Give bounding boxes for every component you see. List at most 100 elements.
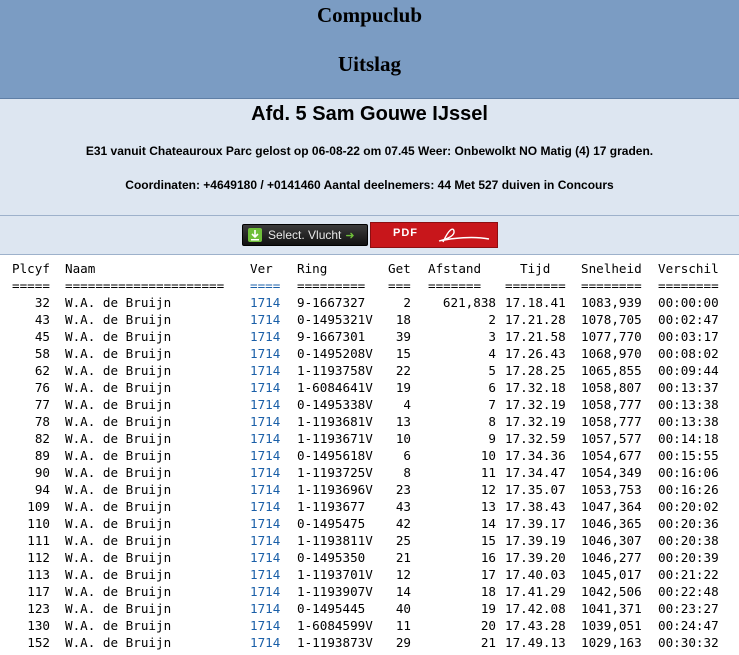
cell-snelheid: 1045,017 (581, 567, 642, 582)
cell-ver[interactable]: 1714 (250, 617, 280, 634)
cell-tijd: 17.40.03 (505, 567, 566, 582)
cell-naam: W.A. de Bruijn (65, 448, 172, 463)
table-row: 58 W.A. de Bruijn 1714 0-1495208V 15 4 17.26.4… (0, 345, 739, 362)
select-flight-button[interactable]: Select. Vlucht ➜ (242, 224, 368, 246)
cell-ver[interactable]: 1714 (250, 600, 280, 617)
cell-ring: 1-1193701V (297, 567, 373, 582)
cell-plcyf: 109 (27, 499, 50, 514)
cell-snelheid: 1058,777 (581, 414, 642, 429)
cell-snelheid: 1065,855 (581, 363, 642, 378)
page-title: Uitslag (338, 52, 401, 76)
cell-ver[interactable]: 1714 (250, 311, 280, 328)
cell-naam: W.A. de Bruijn (65, 346, 172, 361)
cell-ring: 0-1495618V (297, 448, 373, 463)
cell-ver[interactable]: 1714 (250, 634, 280, 651)
cell-get: 42 (395, 516, 411, 531)
cell-verschil: 00:20:38 (658, 533, 719, 548)
cell-tijd: 17.38.43 (505, 499, 566, 514)
cell-ver[interactable]: 1714 (250, 566, 280, 583)
cell-get: 8 (403, 465, 411, 480)
cell-ver[interactable]: 1714 (250, 396, 280, 413)
table-row: 32 W.A. de Bruijn 1714 9-1667327 2 621,838 17.… (0, 294, 739, 311)
cell-afstand: 21 (480, 635, 496, 650)
pdf-button[interactable]: PDF (370, 222, 498, 248)
cell-ver[interactable]: 1714 (250, 515, 280, 532)
cell-snelheid: 1046,277 (581, 550, 642, 565)
cell-ring: 9-1667327 (297, 295, 366, 310)
cell-ring: 0-1495208V (297, 346, 373, 361)
arrow-right-icon: ➜ (345, 229, 355, 242)
cell-plcyf: 152 (27, 635, 50, 650)
cell-verschil: 00:13:38 (658, 414, 719, 429)
cell-get: 25 (395, 533, 411, 548)
cell-ver[interactable]: 1714 (250, 294, 280, 311)
cell-ring: 1-1193873V (297, 635, 373, 650)
cell-naam: W.A. de Bruijn (65, 550, 172, 565)
cell-ver[interactable]: 1714 (250, 447, 280, 464)
cell-ver[interactable]: 1714 (250, 464, 280, 481)
cell-tijd: 17.26.43 (505, 346, 566, 361)
cell-plcyf: 89 (34, 448, 50, 463)
cell-get: 29 (395, 635, 411, 650)
cell-ver[interactable]: 1714 (250, 328, 280, 345)
cell-ver[interactable]: 1714 (250, 413, 280, 430)
cell-naam: W.A. de Bruijn (65, 533, 172, 548)
top-header: Compuclub Uitslag (0, 0, 739, 99)
header-snelheid: Snelheid (581, 261, 642, 276)
cell-ring: 0-1495321V (297, 312, 373, 327)
cell-ver[interactable]: 1714 (250, 345, 280, 362)
cell-ver[interactable]: 1714 (250, 481, 280, 498)
cell-ver[interactable]: 1714 (250, 549, 280, 566)
cell-plcyf: 76 (34, 380, 50, 395)
cell-plcyf: 32 (34, 295, 50, 310)
cell-plcyf: 82 (34, 431, 50, 446)
cell-ver[interactable]: 1714 (250, 532, 280, 549)
cell-ver[interactable]: 1714 (250, 379, 280, 396)
cell-snelheid: 1078,705 (581, 312, 642, 327)
cell-plcyf: 110 (27, 516, 50, 531)
cell-tijd: 17.43.28 (505, 618, 566, 633)
cell-ver[interactable]: 1714 (250, 430, 280, 447)
cell-afstand: 2 (488, 312, 496, 327)
cell-verschil: 00:24:47 (658, 618, 719, 633)
cell-ver[interactable]: 1714 (250, 583, 280, 600)
cell-tijd: 17.34.47 (505, 465, 566, 480)
header-ring: Ring (297, 261, 328, 276)
cell-tijd: 17.32.59 (505, 431, 566, 446)
cell-ver[interactable]: 1714 (250, 362, 280, 379)
cell-verschil: 00:03:17 (658, 329, 719, 344)
cell-ver[interactable]: 1714 (250, 498, 280, 515)
separator-tijd: ======== (505, 278, 566, 293)
cell-afstand: 14 (480, 516, 496, 531)
cell-afstand: 11 (480, 465, 496, 480)
pdf-label: PDF (393, 227, 418, 239)
cell-afstand: 18 (480, 584, 496, 599)
cell-afstand: 15 (480, 533, 496, 548)
table-separator-row: ===== ===================== ==== ========= =… (0, 277, 739, 294)
cell-get: 13 (395, 414, 411, 429)
cell-ring: 1-1193681V (297, 414, 373, 429)
cell-snelheid: 1053,753 (581, 482, 642, 497)
cell-ring: 1-1193907V (297, 584, 373, 599)
table-row: 110 W.A. de Bruijn 1714 0-1495475 42 14 17.39.… (0, 515, 739, 532)
cell-tijd: 17.39.20 (505, 550, 566, 565)
cell-ring: 0-1495338V (297, 397, 373, 412)
header-get: Get (388, 261, 411, 276)
cell-ring: 0-1495350 (297, 550, 366, 565)
cell-naam: W.A. de Bruijn (65, 414, 172, 429)
cell-tijd: 17.32.19 (505, 397, 566, 412)
cell-get: 19 (395, 380, 411, 395)
download-icon (248, 228, 262, 242)
header-naam: Naam (65, 261, 96, 276)
cell-naam: W.A. de Bruijn (65, 499, 172, 514)
separator-get: === (388, 278, 411, 293)
cell-plcyf: 58 (34, 346, 50, 361)
cell-get: 10 (395, 431, 411, 446)
table-row: 45 W.A. de Bruijn 1714 9-1667301 39 3 17.21.58… (0, 328, 739, 345)
cell-get: 15 (395, 346, 411, 361)
cell-plcyf: 130 (27, 618, 50, 633)
cell-get: 18 (395, 312, 411, 327)
table-row: 76 W.A. de Bruijn 1714 1-6084641V 19 6 17.32.1… (0, 379, 739, 396)
cell-get: 39 (395, 329, 411, 344)
cell-snelheid: 1046,365 (581, 516, 642, 531)
